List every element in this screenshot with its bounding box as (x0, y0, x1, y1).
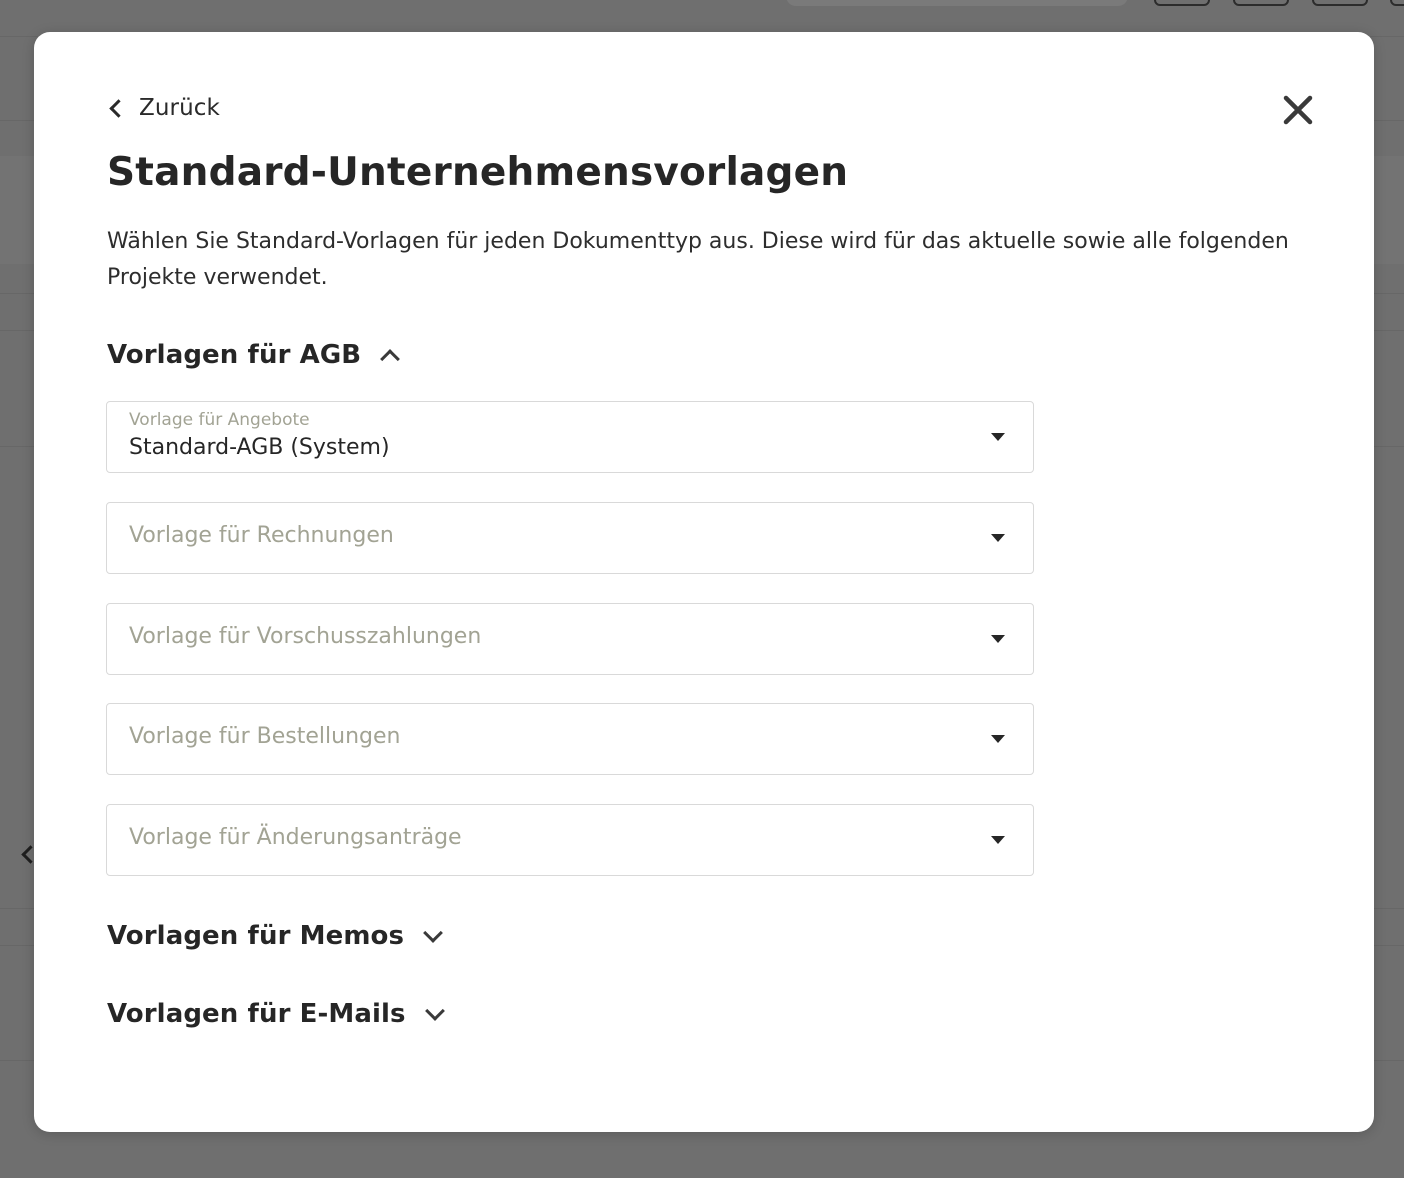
chevron-down-icon (424, 1001, 445, 1021)
caret-down-icon (991, 433, 1005, 441)
section-header-emails[interactable]: Vorlagen für E-Mails (107, 994, 445, 1034)
chevron-left-icon (109, 98, 128, 118)
select-vorschusszahlungen-template[interactable]: Vorlage für Vorschusszahlungen (106, 603, 1034, 675)
background-search-bar (786, 0, 1128, 6)
default-templates-modal: Zurück Standard-Unternehmensvorlagen Wäh… (34, 32, 1374, 1132)
select-placeholder: Vorlage für Änderungsanträge (129, 825, 462, 850)
background-toolbar-button (1233, 0, 1289, 6)
section-title: Vorlagen für Memos (107, 921, 405, 951)
chevron-up-icon (380, 349, 401, 369)
close-button[interactable] (1282, 94, 1314, 126)
page-description: Wählen Sie Standard-Vorlagen für jeden D… (107, 229, 1289, 290)
caret-down-icon (991, 635, 1005, 643)
chevron-down-icon (423, 923, 443, 943)
select-aenderungsantraege-template[interactable]: Vorlage für Änderungsanträge (106, 804, 1034, 876)
select-label: Vorlage für Angebote (129, 410, 310, 430)
section-title: Vorlagen für E-Mails (107, 999, 406, 1029)
background-toolbar-button (1312, 0, 1368, 6)
select-value: Standard-AGB (System) (129, 435, 390, 460)
background-toolbar-button (1390, 0, 1404, 6)
close-icon (1283, 95, 1313, 125)
select-angebote-template[interactable]: Vorlage für Angebote Standard-AGB (Syste… (106, 401, 1034, 473)
back-button-label: Zurück (139, 95, 220, 121)
back-button[interactable]: Zurück (108, 92, 220, 124)
select-placeholder: Vorlage für Vorschusszahlungen (129, 624, 482, 649)
section-header-memos[interactable]: Vorlagen für Memos (107, 916, 443, 956)
section-title: Vorlagen für AGB (107, 340, 362, 370)
caret-down-icon (991, 836, 1005, 844)
caret-down-icon (991, 534, 1005, 542)
select-placeholder: Vorlage für Rechnungen (129, 523, 394, 548)
select-bestellungen-template[interactable]: Vorlage für Bestellungen (106, 703, 1034, 775)
caret-down-icon (991, 735, 1005, 743)
section-header-agb[interactable]: Vorlagen für AGB (107, 335, 401, 375)
select-placeholder: Vorlage für Bestellungen (129, 724, 401, 749)
page-title: Standard-Unternehmensvorlagen (107, 150, 849, 195)
select-rechnungen-template[interactable]: Vorlage für Rechnungen (106, 502, 1034, 574)
background-toolbar-button (1154, 0, 1210, 6)
